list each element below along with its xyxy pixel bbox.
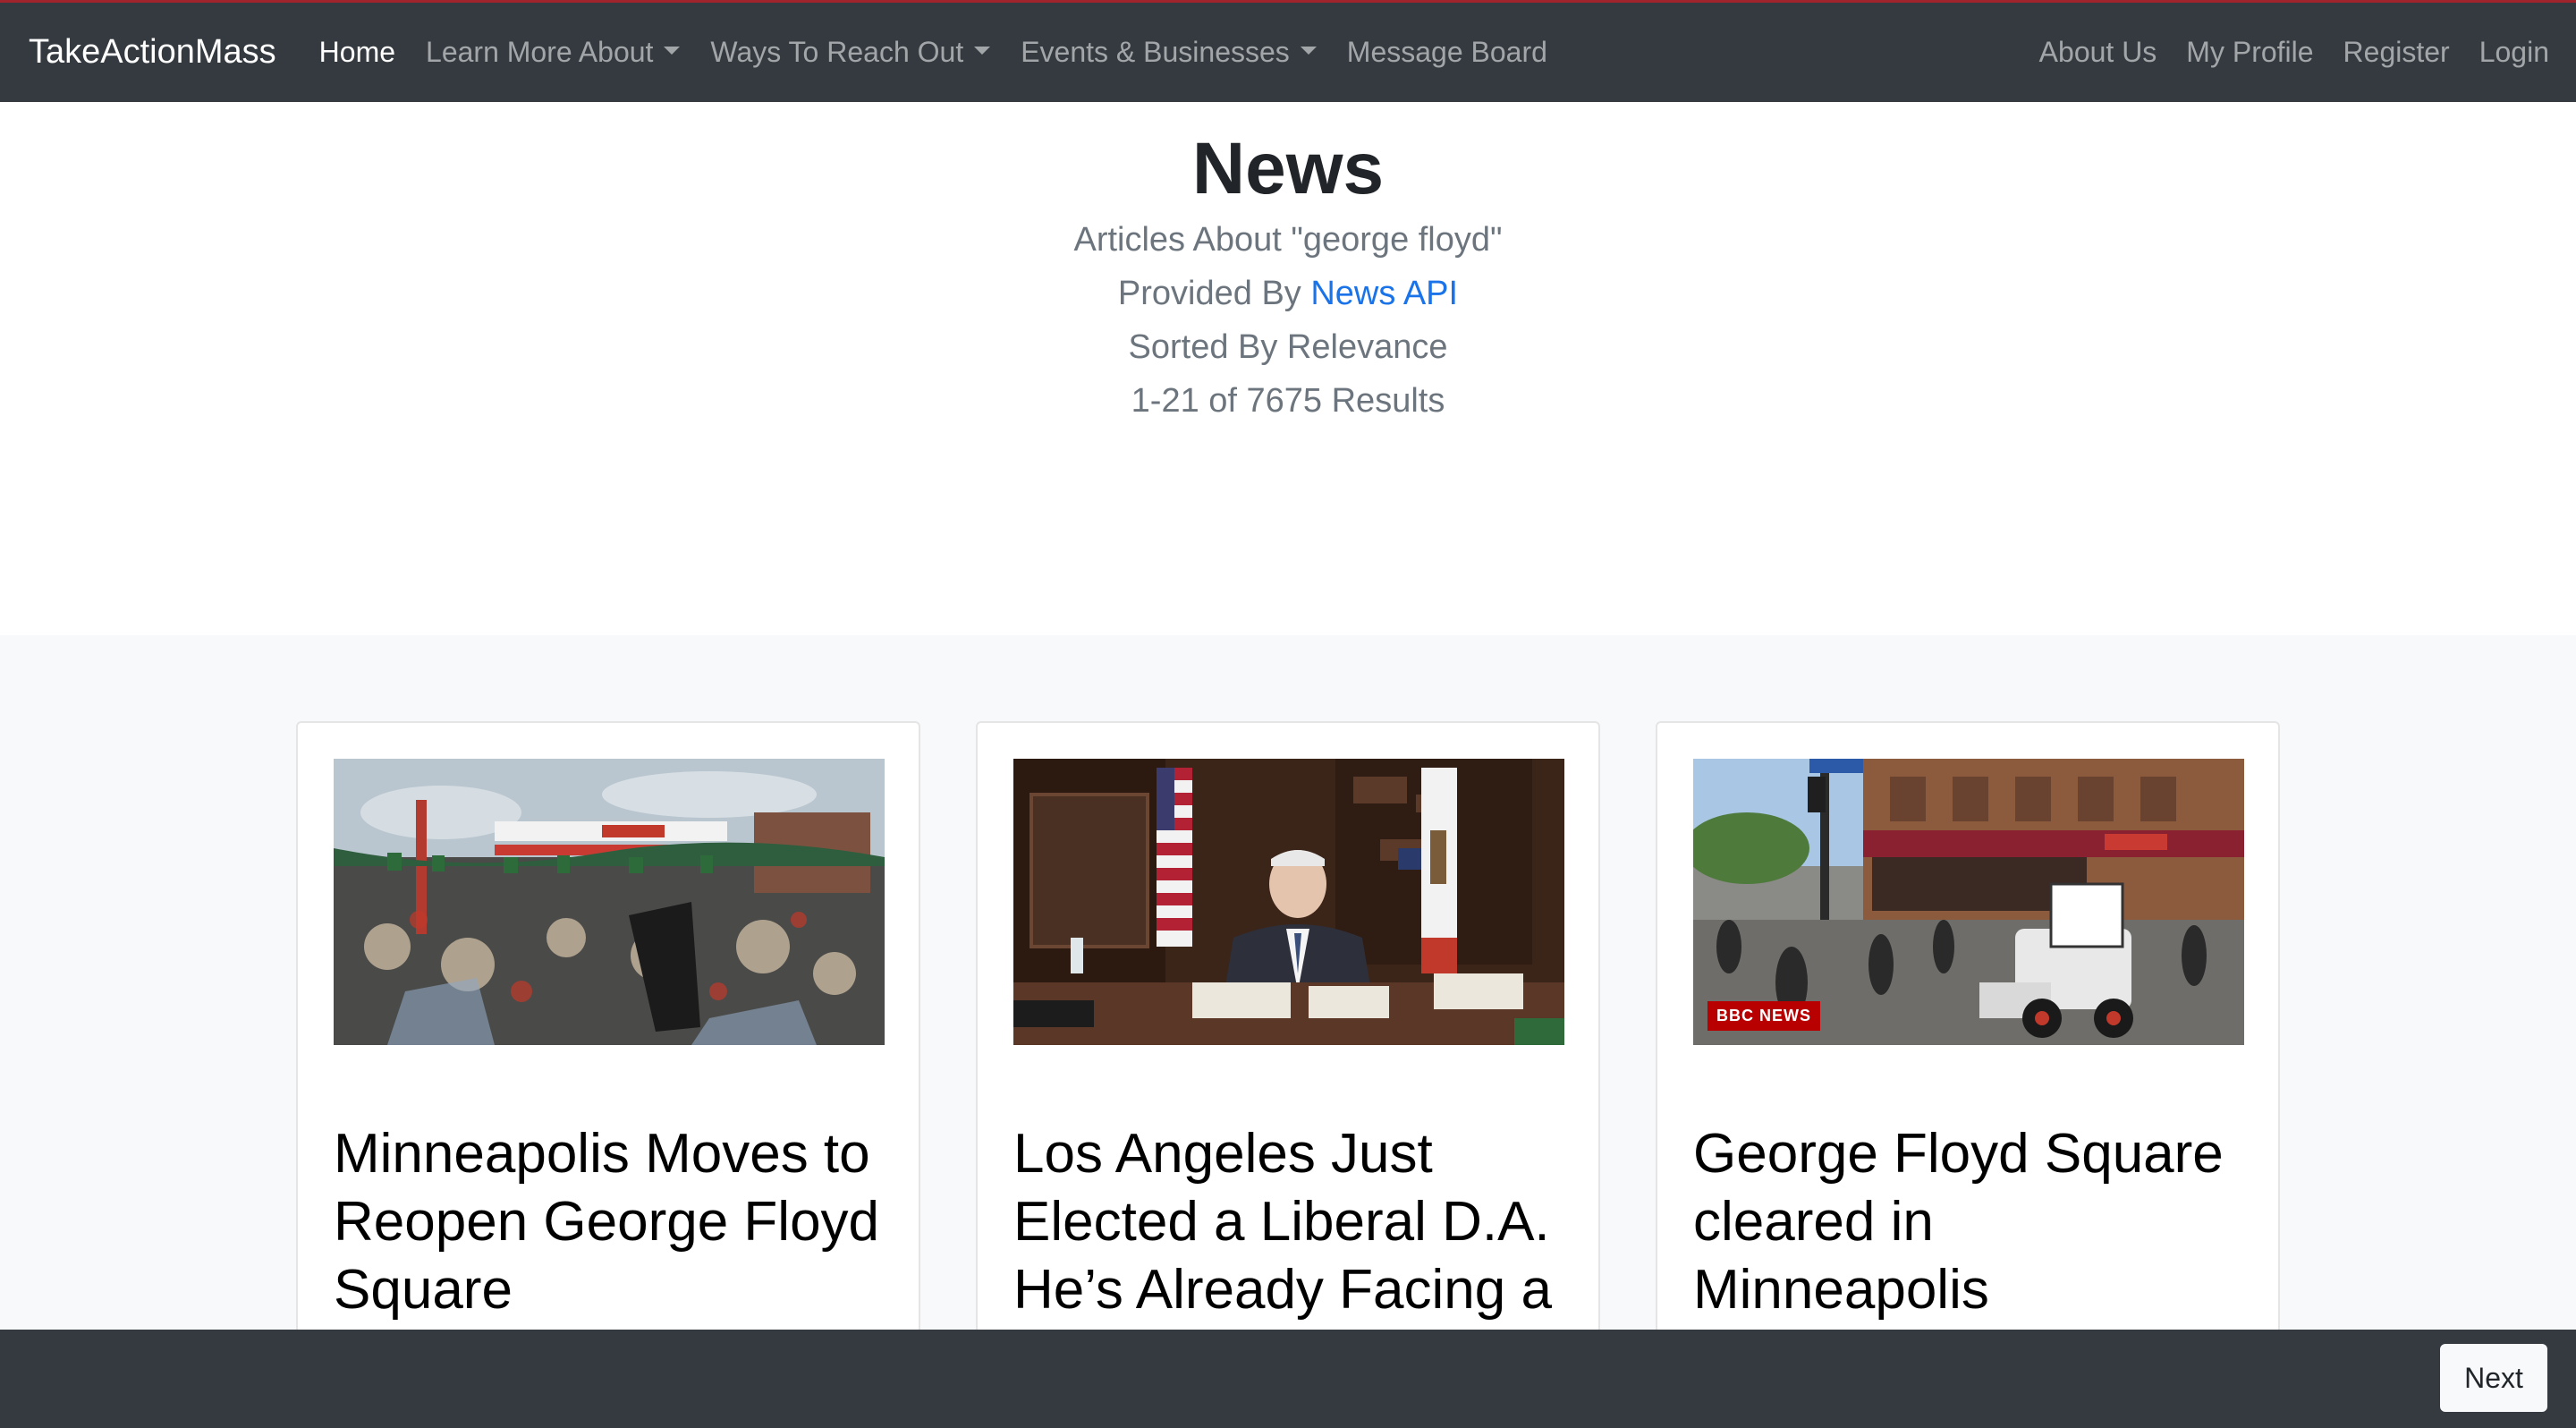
nav-learn-more-label: Learn More About	[426, 36, 654, 68]
brand-link[interactable]: TakeActionMass	[29, 33, 276, 72]
nav-ways-to-reach-out-dropdown[interactable]: Ways To Reach Out	[710, 36, 991, 69]
nav-events-businesses-dropdown[interactable]: Events & Businesses	[1021, 36, 1317, 69]
official-at-desk-photo[interactable]	[1013, 759, 1564, 1045]
sorted-by-text: Sorted By Relevance	[1128, 328, 1448, 367]
news-card-title[interactable]: George Floyd Square cleared in Minneapol…	[1693, 1120, 2242, 1324]
caret-down-icon	[664, 47, 681, 55]
top-navbar: TakeActionMass Home Learn More About Way…	[0, 0, 2576, 102]
nav-message-board[interactable]: Message Board	[1347, 36, 1547, 69]
provided-by-prefix: Provided By	[1117, 275, 1311, 313]
nav-learn-more-dropdown[interactable]: Learn More About	[426, 36, 681, 69]
nav-about-us[interactable]: About Us	[2039, 36, 2157, 69]
nav-home[interactable]: Home	[319, 36, 395, 69]
caret-down-icon	[974, 47, 991, 55]
nav-right-group: About Us My Profile Register Login	[2010, 36, 2549, 69]
results-count: 1-21 of 7675 Results	[1131, 382, 1445, 421]
nav-ways-label: Ways To Reach Out	[710, 36, 964, 68]
street-bulldozer-photo[interactable]: BBC NEWS	[1693, 759, 2244, 1045]
articles-about-text: Articles About "george floyd"	[1073, 221, 1503, 259]
page-title: News	[1191, 128, 1385, 209]
news-header: News Articles About "george floyd" Provi…	[0, 102, 2576, 635]
news-card[interactable]: Los Angeles Just Elected a Liberal D.A. …	[976, 721, 1600, 1365]
news-card-title[interactable]: Minneapolis Moves to Reopen George Floyd…	[334, 1120, 883, 1324]
nav-my-profile[interactable]: My Profile	[2186, 36, 2313, 69]
news-card[interactable]: Minneapolis Moves to Reopen George Floyd…	[296, 721, 920, 1365]
news-card-title[interactable]: Los Angeles Just Elected a Liberal D.A. …	[1013, 1120, 1563, 1324]
caret-down-icon	[1300, 47, 1317, 55]
news-api-link[interactable]: News API	[1310, 275, 1458, 312]
bbc-news-badge: BBC NEWS	[1707, 1001, 1820, 1031]
nav-register[interactable]: Register	[2343, 36, 2450, 69]
news-card-grid: Minneapolis Moves to Reopen George Floyd…	[0, 635, 2576, 1365]
nav-events-label: Events & Businesses	[1021, 36, 1290, 68]
memorial-square-photo[interactable]	[334, 759, 885, 1045]
pagination-footer: Next	[0, 1330, 2576, 1428]
next-page-button[interactable]: Next	[2440, 1344, 2547, 1412]
provided-by-text: Provided By News API	[0, 267, 2576, 320]
news-card[interactable]: BBC NEWS George Floyd Square cleared in …	[1656, 721, 2280, 1365]
nav-login[interactable]: Login	[2479, 36, 2549, 69]
